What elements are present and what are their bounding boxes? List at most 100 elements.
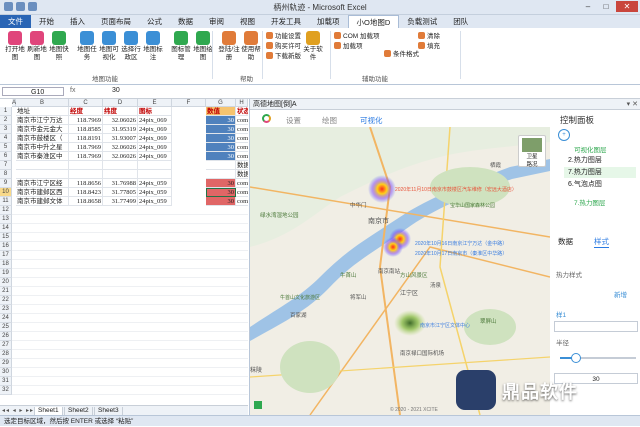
table-cell[interactable] [69, 161, 103, 170]
name-box[interactable]: G10 [2, 87, 64, 96]
ribbon-button-3[interactable]: 地图任务 [76, 31, 98, 62]
table-cell[interactable]: complete [236, 134, 248, 143]
table-cell[interactable]: 31.77499 [103, 197, 138, 206]
row-header[interactable]: 17 [0, 251, 12, 260]
row-header[interactable]: 28 [0, 350, 12, 359]
table-cell[interactable]: 数据不合格 [236, 161, 248, 170]
empty-row[interactable] [12, 314, 248, 323]
row-header[interactable]: 4 [0, 134, 12, 143]
table-cell[interactable]: 32.06026 [103, 143, 138, 152]
tab-7[interactable]: 视图 [232, 15, 263, 28]
empty-row[interactable] [12, 233, 248, 242]
empty-row[interactable] [12, 269, 248, 278]
tab-visualize[interactable]: 可视化 [360, 115, 383, 126]
ribbon-button-1[interactable]: 刷新地图 [26, 31, 48, 62]
tab-2[interactable]: 插入 [62, 15, 93, 28]
row-header[interactable]: 12 [0, 206, 12, 215]
empty-row[interactable] [12, 332, 248, 341]
empty-row[interactable] [12, 206, 248, 215]
table-cell[interactable]: complete [236, 179, 248, 188]
row-header[interactable]: 16 [0, 242, 12, 251]
row-header[interactable]: 8 [0, 170, 12, 179]
empty-row[interactable] [12, 386, 248, 395]
table-cell[interactable]: 30 [206, 179, 236, 188]
column-header[interactable]: B [16, 99, 69, 107]
row-header[interactable]: 7 [0, 161, 12, 170]
table-cell[interactable]: 24pix_069 [138, 152, 172, 161]
fx-icon[interactable]: fx [70, 87, 75, 94]
new-style-link[interactable]: 新增 [614, 289, 627, 299]
column-header[interactable]: E [138, 99, 172, 107]
row-header[interactable]: 22 [0, 296, 12, 305]
empty-row[interactable] [12, 296, 248, 305]
row-header[interactable]: 2 [0, 116, 12, 125]
tab-10[interactable]: 小O地图D [347, 15, 400, 28]
table-cell[interactable]: 南京市建邺文体 [16, 197, 69, 206]
sheet-nav-arrows[interactable]: ◂◂ ◂ ▸ ▸▸ [2, 407, 34, 414]
tab-6[interactable]: 审阅 [201, 15, 232, 28]
column-header[interactable]: C [69, 99, 103, 107]
column-header[interactable]: F [172, 99, 206, 107]
table-cell[interactable]: 24pix_059 [138, 197, 172, 206]
table-cell[interactable]: 30 [206, 152, 236, 161]
spreadsheet-grid[interactable]: ABCDEFGH1地址经度纬度图标数值状态2南京市江宁万达118.796932.… [0, 99, 248, 404]
row-header[interactable]: 25 [0, 323, 12, 332]
row-header[interactable]: 5 [0, 143, 12, 152]
empty-row[interactable] [12, 287, 248, 296]
table-cell[interactable] [103, 170, 138, 179]
table-cell[interactable]: complete [236, 152, 248, 161]
close-icon[interactable]: ✕ [616, 1, 638, 12]
tab-settings[interactable]: 设置 [286, 115, 301, 126]
ribbon-button-10[interactable]: 使用帮助 [240, 31, 262, 62]
ribbon-small-2[interactable]: 下载新版 [266, 52, 301, 61]
table-cell[interactable]: complete [236, 116, 248, 125]
table-cell[interactable]: 118.8585 [69, 125, 103, 134]
table-cell[interactable] [16, 170, 69, 179]
table-cell[interactable] [138, 161, 172, 170]
ribbon-small-6[interactable]: 清除 [418, 32, 440, 41]
pane-close-icon[interactable]: ▾ ✕ [627, 99, 638, 110]
row-header[interactable]: 11 [0, 197, 12, 206]
ribbon-button-4[interactable]: 地图可视化 [98, 31, 120, 62]
table-cell[interactable]: 状态 [236, 107, 248, 116]
table-cell[interactable]: 数值 [206, 107, 236, 116]
tab-data[interactable]: 数据 [558, 236, 573, 247]
table-cell[interactable]: 118.8423 [69, 188, 103, 197]
empty-row[interactable] [12, 350, 248, 359]
table-cell[interactable] [16, 161, 69, 170]
row-header[interactable]: 19 [0, 269, 12, 278]
ribbon-button-0[interactable]: 打开地图 [4, 31, 26, 62]
empty-row[interactable] [12, 377, 248, 386]
empty-row[interactable] [12, 305, 248, 314]
tab-5[interactable]: 数据 [170, 15, 201, 28]
ribbon-button-8[interactable]: 地图绘图 [192, 31, 214, 62]
table-cell[interactable]: complete [236, 143, 248, 152]
radius-slider[interactable] [560, 353, 636, 363]
empty-row[interactable] [12, 278, 248, 287]
table-cell[interactable]: 118.8656 [69, 179, 103, 188]
row-header[interactable]: 1 [0, 107, 12, 116]
table-cell[interactable]: 30 [206, 116, 236, 125]
satellite-label[interactable]: 卫星 [519, 152, 545, 160]
table-cell[interactable]: 24pix_069 [138, 116, 172, 125]
maximize-icon[interactable]: □ [598, 1, 614, 12]
ribbon-small-1[interactable]: 购买许可 [266, 42, 301, 51]
ribbon-button-9[interactable]: 登陆/注册 [218, 31, 240, 62]
table-cell[interactable]: 24pix_069 [138, 125, 172, 134]
table-cell[interactable]: complete [236, 188, 248, 197]
row-header[interactable]: 10 [0, 188, 12, 197]
layer-item-3[interactable]: 6.气泡点图 [564, 179, 636, 190]
table-cell[interactable]: 24pix_059 [138, 188, 172, 197]
column-header[interactable]: D [103, 99, 138, 107]
table-cell[interactable]: 31.95319 [103, 125, 138, 134]
table-cell[interactable] [206, 170, 236, 179]
row-header[interactable]: 3 [0, 125, 12, 134]
table-cell[interactable]: 南京市金元金大 [16, 125, 69, 134]
table-cell[interactable] [138, 170, 172, 179]
table-cell[interactable]: 图标 [138, 107, 172, 116]
row-header[interactable]: 26 [0, 332, 12, 341]
tab-draw[interactable]: 绘图 [322, 115, 337, 126]
tab-12[interactable]: 团队 [445, 15, 476, 28]
row-header[interactable]: 29 [0, 359, 12, 368]
empty-row[interactable] [12, 341, 248, 350]
